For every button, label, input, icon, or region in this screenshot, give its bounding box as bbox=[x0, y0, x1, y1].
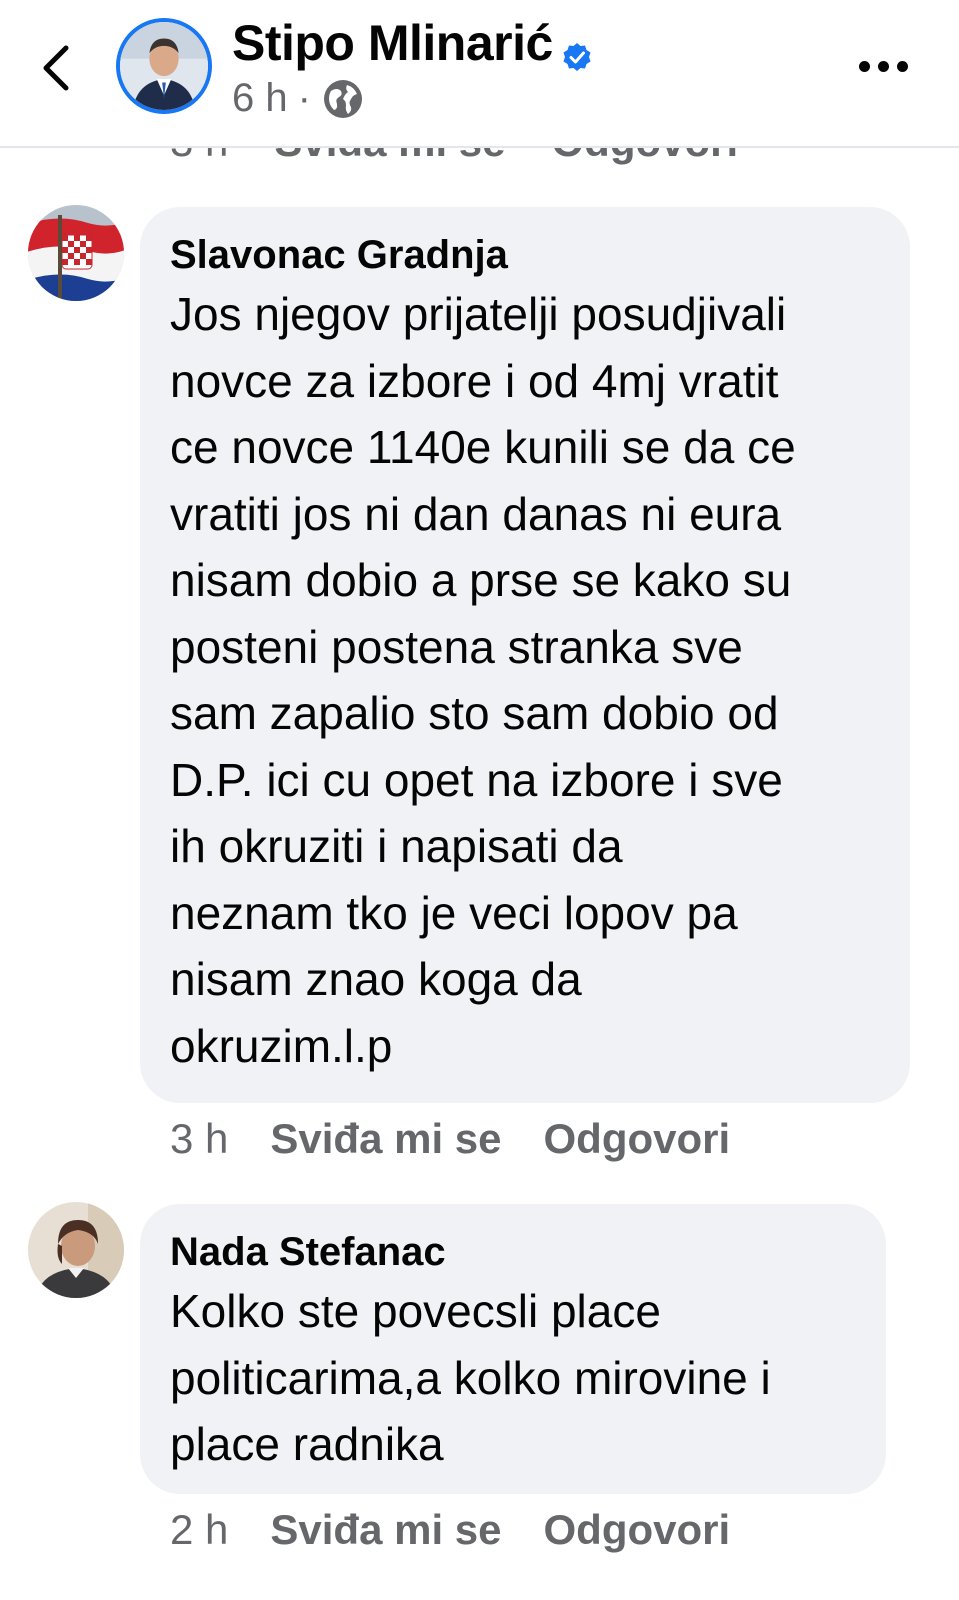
page-avatar-image bbox=[120, 22, 208, 110]
comment-line: Kolko ste povecsli place bbox=[170, 1285, 661, 1337]
commenter-avatar[interactable] bbox=[28, 205, 124, 301]
comment-line: neznam tko je veci lopov pa bbox=[170, 886, 738, 939]
more-horizontal-icon bbox=[859, 60, 870, 72]
more-options-button[interactable] bbox=[859, 56, 909, 76]
post-meta: 6 h · bbox=[232, 76, 365, 121]
reply-button[interactable]: Odgovori bbox=[544, 1115, 731, 1163]
post-time[interactable]: 6 h bbox=[232, 76, 288, 121]
comment-text: Jos njegov prijatelji posudjivali novce … bbox=[170, 281, 880, 1079]
comment-author[interactable]: Slavonac Gradnja bbox=[170, 229, 880, 281]
reply-button[interactable]: Odgovori bbox=[544, 1506, 731, 1554]
comment-line: nisam znao koga da bbox=[170, 953, 582, 1005]
comment-bubble: Nada Stefanac Kolko ste povecsli place p… bbox=[140, 1204, 886, 1494]
comment-line: politicarima,a kolko mirovine i bbox=[170, 1351, 771, 1404]
like-button[interactable]: Sviđa mi se bbox=[270, 1506, 501, 1554]
post-header: Stipo Mlinarić 6 h · bbox=[0, 0, 959, 148]
comment-text: Kolko ste povecsli place politicarima,a … bbox=[170, 1278, 856, 1478]
commenter-avatar[interactable] bbox=[28, 1202, 124, 1298]
comment-actions: 2 h Sviđa mi se Odgovori bbox=[170, 1506, 730, 1554]
page-name[interactable]: Stipo Mlinarić bbox=[232, 14, 593, 72]
comment-line: D.P. ici cu opet na izbore i sve bbox=[170, 753, 783, 806]
comment-line: sam zapalio sto sam dobio od bbox=[170, 687, 779, 739]
woman-portrait-avatar-image bbox=[28, 1202, 124, 1298]
comment-line: ih okruziti i napisati da bbox=[170, 820, 623, 872]
more-dot bbox=[878, 60, 889, 72]
comment-time[interactable]: 3 h bbox=[170, 1115, 228, 1163]
verified-badge-icon bbox=[561, 27, 593, 71]
page-name-text[interactable]: Stipo Mlinarić bbox=[232, 15, 553, 71]
comment-line: posteni postena stranka sve bbox=[170, 620, 743, 673]
comment-line: nisam dobio a prse se kako su bbox=[170, 554, 792, 606]
meta-separator: · bbox=[297, 76, 311, 120]
comment-line: ce novce 1140e kunili se da ce bbox=[170, 421, 796, 473]
comment-line: vratiti jos ni dan danas ni eura bbox=[170, 487, 782, 540]
like-button[interactable]: Sviđa mi se bbox=[270, 1115, 501, 1163]
page-avatar[interactable] bbox=[116, 18, 212, 114]
comment-bubble: Slavonac Gradnja Jos njegov prijatelji p… bbox=[140, 207, 910, 1103]
comment-time[interactable]: 2 h bbox=[170, 1506, 228, 1554]
back-button[interactable] bbox=[38, 40, 78, 96]
more-dot bbox=[897, 60, 908, 72]
comment-line: Jos njegov prijatelji posudjivali bbox=[170, 288, 787, 340]
comment-actions: 3 h Sviđa mi se Odgovori bbox=[170, 1115, 730, 1163]
comment-line: novce za izbore i od 4mj vratit bbox=[170, 354, 779, 407]
chevron-left-icon bbox=[43, 45, 69, 91]
comment-author[interactable]: Nada Stefanac bbox=[170, 1226, 856, 1278]
croatian-flag-avatar-image bbox=[28, 205, 124, 301]
comment-line: place radnika bbox=[170, 1418, 444, 1470]
comment-line: okruzim.l.p bbox=[170, 1019, 393, 1072]
globe-icon bbox=[321, 77, 365, 121]
